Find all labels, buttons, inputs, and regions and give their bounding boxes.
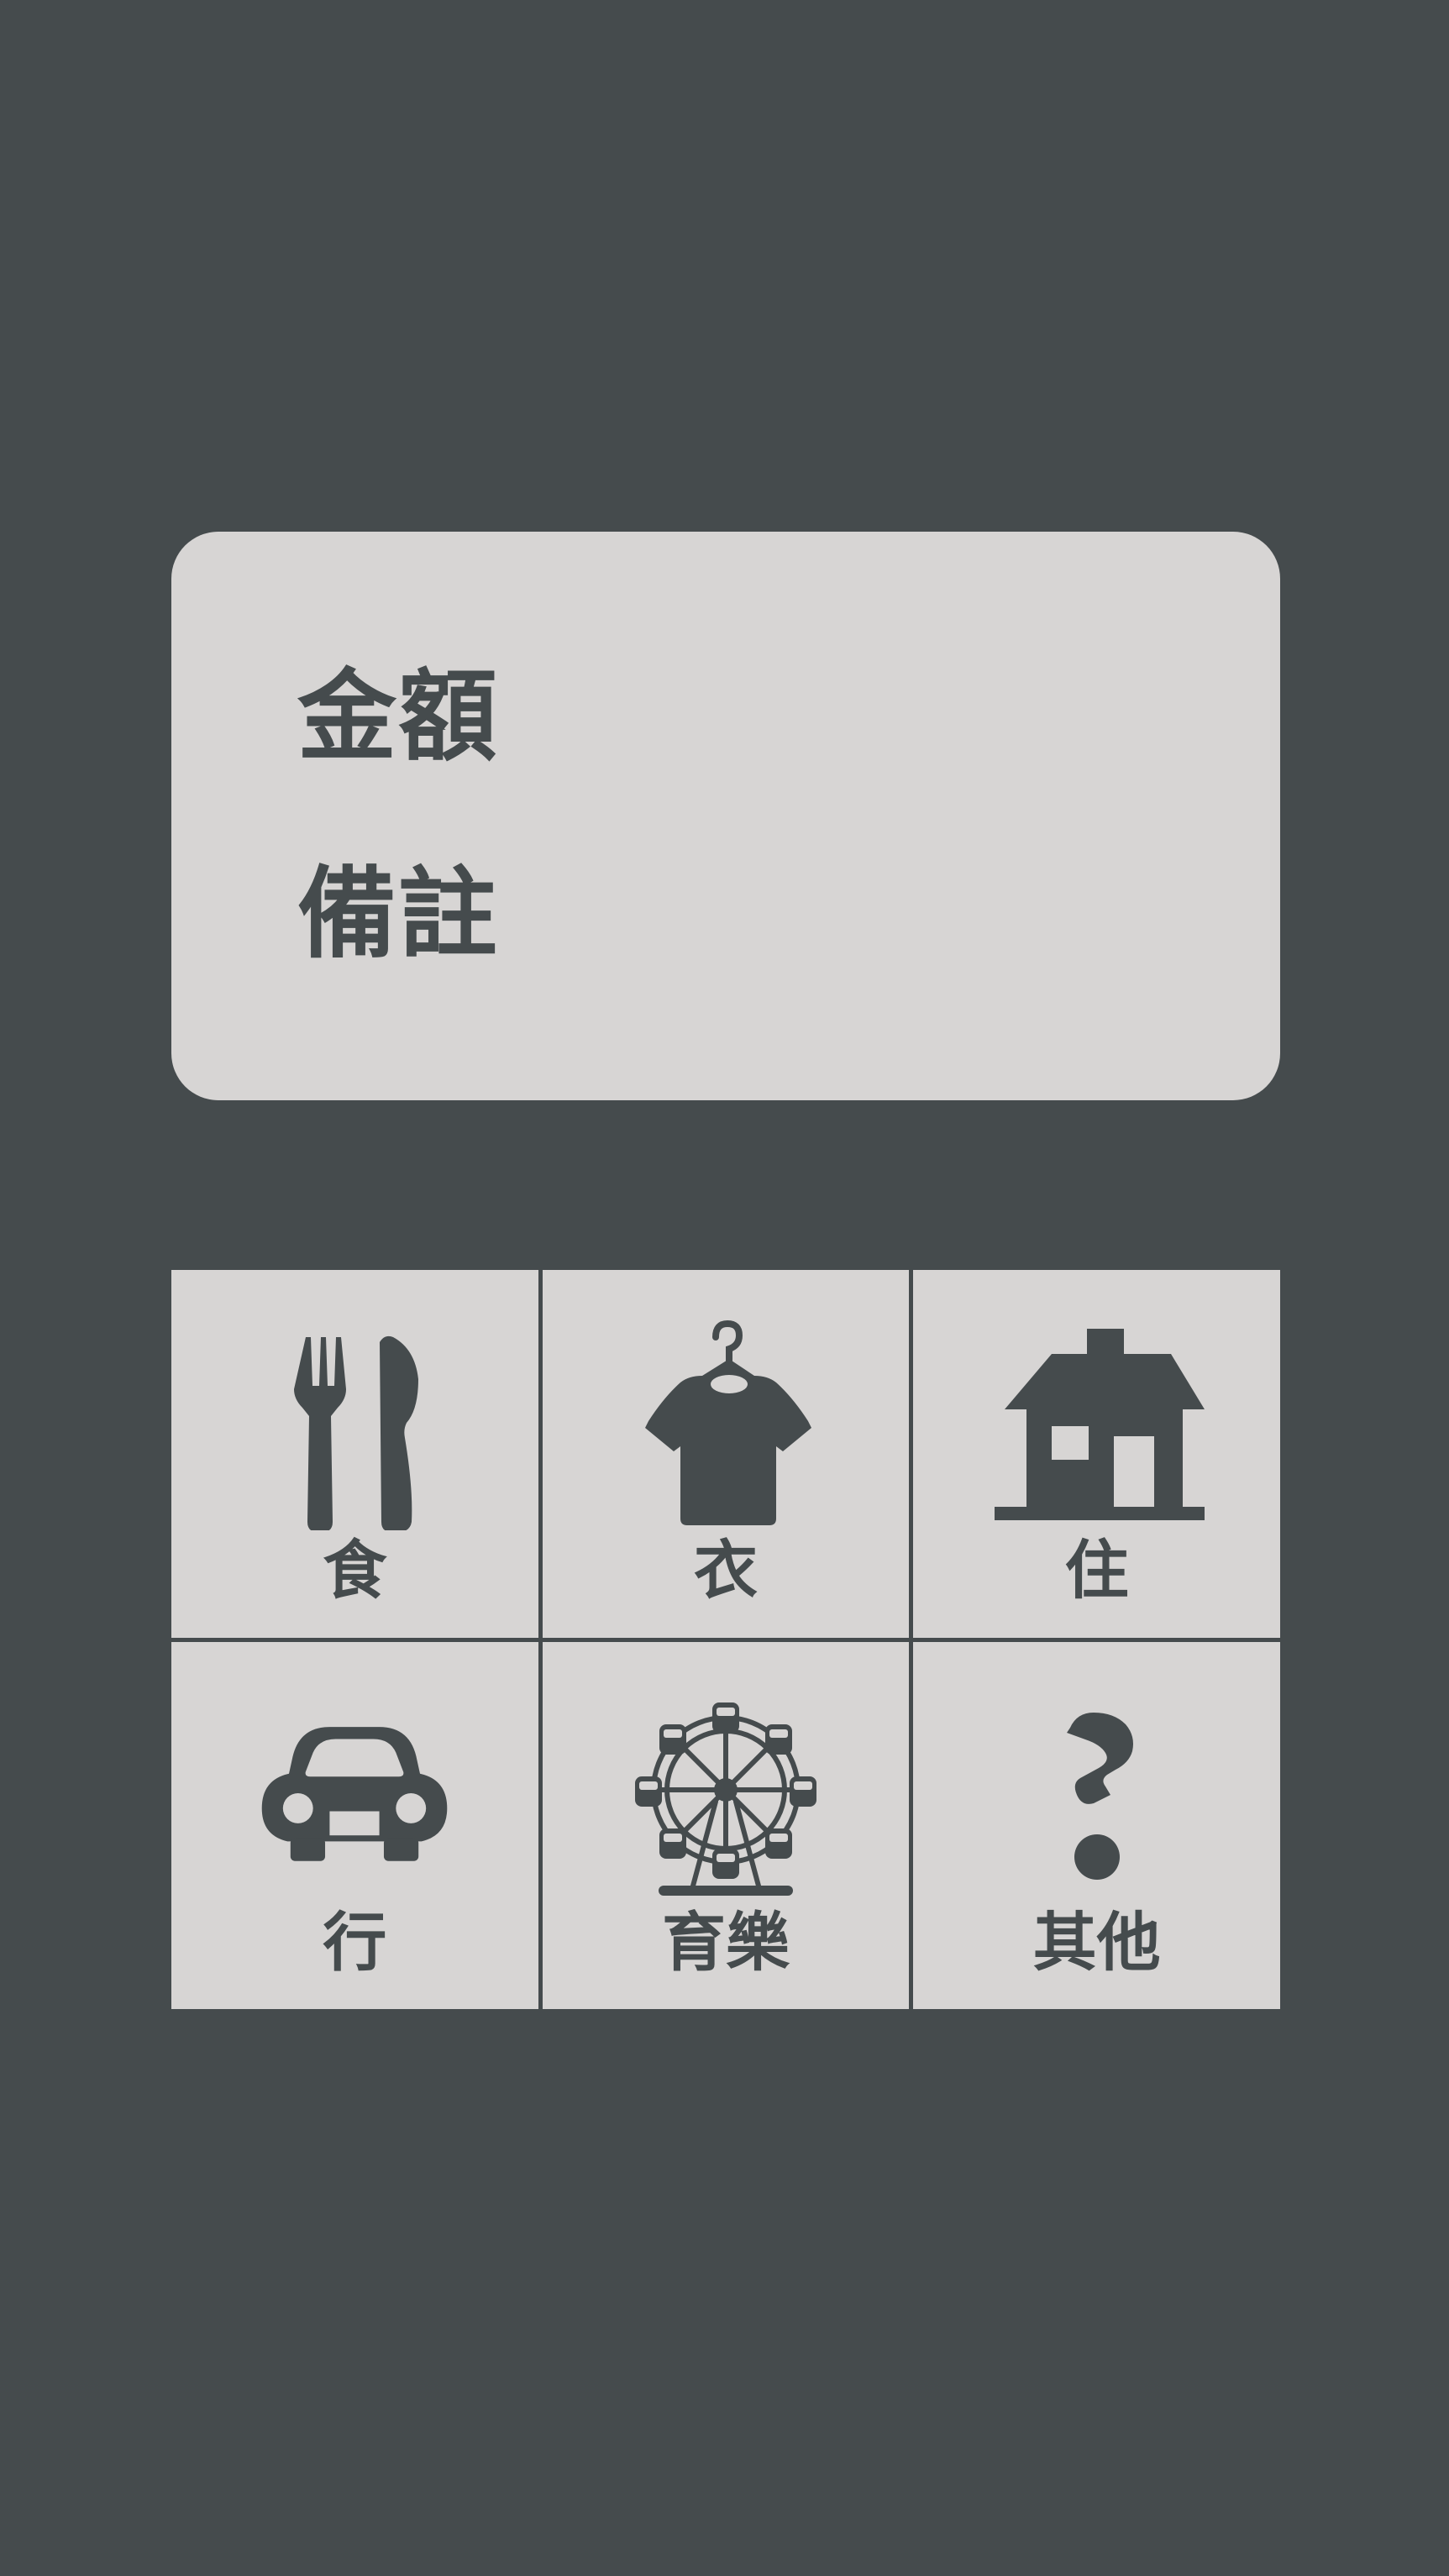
entry-form-card: 金額 備註 bbox=[171, 532, 1280, 1100]
category-label: 食 bbox=[323, 1533, 387, 1608]
amount-field[interactable]: 金額 bbox=[297, 658, 1221, 775]
category-label: 衣 bbox=[693, 1533, 758, 1608]
amount-label: 金額 bbox=[297, 658, 500, 774]
category-housing-button[interactable]: 住 bbox=[913, 1270, 1280, 1638]
category-transport-button[interactable]: 行 bbox=[171, 1641, 538, 2009]
note-label: 備註 bbox=[297, 856, 500, 972]
car-icon bbox=[171, 1684, 538, 1902]
question-mark-icon bbox=[913, 1684, 1280, 1902]
category-other-button[interactable]: 其他 bbox=[913, 1641, 1280, 2009]
category-clothing-button[interactable]: 衣 bbox=[542, 1270, 910, 1638]
ferris-wheel-icon bbox=[543, 1684, 910, 1902]
shirt-hanger-icon bbox=[543, 1312, 910, 1530]
category-food-button[interactable]: 食 bbox=[171, 1270, 538, 1638]
category-label: 行 bbox=[323, 1904, 387, 1980]
house-icon bbox=[913, 1312, 1280, 1530]
category-label: 其他 bbox=[1032, 1904, 1161, 1980]
fork-knife-icon bbox=[171, 1312, 538, 1530]
category-label: 住 bbox=[1064, 1533, 1129, 1608]
category-grid: 食 衣 住 行 育樂 其他 bbox=[171, 1270, 1280, 2009]
note-field[interactable]: 備註 bbox=[297, 855, 1221, 973]
category-label: 育樂 bbox=[661, 1904, 790, 1980]
category-entertainment-button[interactable]: 育樂 bbox=[542, 1641, 910, 2009]
